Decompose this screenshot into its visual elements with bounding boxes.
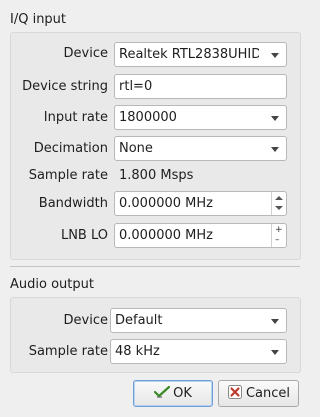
minus-icon[interactable]: – [275,236,280,245]
lnb-lo-stepper[interactable]: + – [271,224,286,247]
audio-output-title: Audio output [10,277,94,292]
ok-button[interactable]: OK [133,380,213,407]
lnb-lo-label: LNB LO [60,228,108,243]
input-rate-value: 1800000 [119,110,177,125]
chevron-down-icon [271,319,279,324]
sample-rate-label: Sample rate [28,168,108,183]
checkmark-icon [154,385,171,398]
iq-device-value: Realtek RTL2838UHIDIR [119,47,275,62]
arrow-up-icon[interactable] [275,196,283,200]
cancel-icon [227,385,242,399]
iq-input-title: I/Q input [10,12,67,27]
input-rate-label: Input rate [43,110,108,125]
decimation-value: None [119,141,153,156]
bandwidth-spinbox[interactable]: 0.000000 MHz [114,191,287,216]
decimation-combo[interactable]: None [114,136,287,161]
iq-device-combo[interactable]: Realtek RTL2838UHIDIR [114,42,287,67]
cancel-label: Cancel [245,386,291,401]
audio-sample-rate-combo[interactable]: 48 kHz [110,339,287,364]
sample-rate-value: 1.800 Msps [119,168,194,183]
ok-label: OK [173,386,192,401]
input-rate-combo[interactable]: 1800000 [114,105,287,130]
section-separator [10,266,300,267]
audio-sample-rate-label: Sample rate [28,344,108,359]
audio-device-value: Default [115,313,163,328]
device-string-field[interactable]: rtl=0 [114,74,287,99]
audio-device-combo[interactable]: Default [110,308,287,333]
device-string-value: rtl=0 [119,79,153,94]
bandwidth-stepper[interactable] [271,192,286,215]
plus-icon[interactable]: + [275,226,283,235]
device-string-label: Device string [22,79,108,94]
audio-device-label: Device [63,313,108,328]
lnb-lo-value: 0.000000 MHz [119,228,213,243]
decimation-label: Decimation [33,141,108,156]
cancel-button[interactable]: Cancel [218,380,299,407]
chevron-down-icon [271,116,279,121]
bandwidth-label: Bandwidth [38,196,108,211]
bandwidth-value: 0.000000 MHz [119,196,213,211]
audio-sample-rate-value: 48 kHz [115,344,160,359]
chevron-down-icon [271,350,279,355]
arrow-down-icon[interactable] [275,206,283,210]
chevron-down-icon [271,53,279,58]
chevron-down-icon [271,147,279,152]
iq-device-label: Device [63,46,108,61]
lnb-lo-spinbox[interactable]: 0.000000 MHz + – [114,223,287,248]
